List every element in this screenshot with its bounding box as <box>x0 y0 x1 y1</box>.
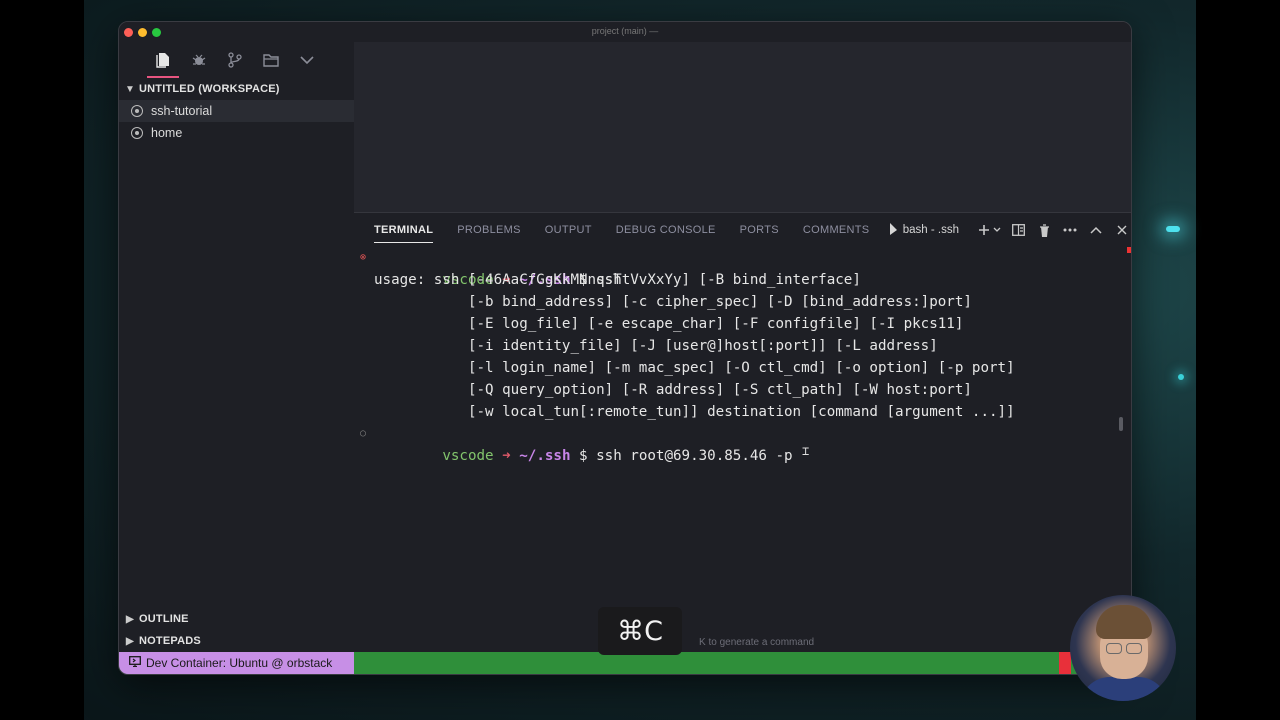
chevron-down-icon: ▼ <box>124 83 136 95</box>
prompt-user: vscode <box>442 448 494 464</box>
maximize-panel-icon[interactable] <box>1087 221 1105 239</box>
terminal-line: [-l login_name] [-m mac_spec] [-O ctl_cm… <box>374 360 1015 376</box>
folder-icon[interactable] <box>263 52 279 68</box>
sidebar: ▼ UNTITLED (WORKSPACE) ssh-tutorial home… <box>119 42 354 652</box>
terminal-line: [-E log_file] [-e escape_char] [-F confi… <box>374 316 964 332</box>
notepads-section-header[interactable]: ▶ NOTEPADS <box>119 630 354 652</box>
outline-title: OUTLINE <box>139 613 189 625</box>
tab-ports[interactable]: PORTS <box>740 213 779 247</box>
panel-actions: bash - .ssh <box>888 213 1131 247</box>
status-bar: Dev Container: Ubuntu @ orbstack <box>119 652 1131 674</box>
tab-debug-console[interactable]: DEBUG CONSOLE <box>616 213 716 247</box>
terminal-name: bash - .ssh <box>902 224 959 236</box>
prompt-dollar: $ <box>579 448 588 464</box>
background-light <box>1178 374 1184 380</box>
debug-icon[interactable] <box>191 52 207 68</box>
editor-area[interactable] <box>354 42 1131 212</box>
chevron-down-icon[interactable] <box>993 221 1001 239</box>
prompt-path: ~/.ssh <box>519 448 571 464</box>
ai-command-hint: K to generate a command <box>699 637 815 648</box>
remote-label: Dev Container: Ubuntu @ orbstack <box>146 656 333 670</box>
workspace-title: UNTITLED (WORKSPACE) <box>139 83 280 95</box>
letterbox-right <box>1196 0 1280 720</box>
close-panel-icon[interactable] <box>1113 221 1131 239</box>
title-bar: project (main) — <box>119 22 1131 42</box>
terminal-line: [-Q query_option] [-R address] [-S ctl_p… <box>374 382 972 398</box>
window-title: project (main) — <box>591 26 659 36</box>
terminal-selector[interactable]: bash - .ssh <box>888 222 959 238</box>
terminal-line: ○ vscode ➜ ~/.ssh $ ssh root@69.30.85.46 … <box>360 423 1117 464</box>
background-light <box>1166 226 1180 232</box>
tab-terminal[interactable]: TERMINAL <box>374 213 434 247</box>
terminal-line: [-b bind_address] [-c cipher_spec] [-D [… <box>374 294 972 310</box>
terminal-scrollbar[interactable] <box>1119 417 1123 431</box>
vscode-window: project (main) — ▼ UNTITLED (WORKSPACE) <box>118 21 1132 675</box>
command-input[interactable]: ssh root@69.30.85.46 -p <box>596 448 792 464</box>
tab-problems[interactable]: PROBLEMS <box>457 213 521 247</box>
workspace-section-header[interactable]: ▼ UNTITLED (WORKSPACE) <box>119 78 354 100</box>
source-control-icon[interactable] <box>227 52 243 68</box>
more-actions-icon[interactable] <box>1061 221 1079 239</box>
prompt-arrow: ➜ <box>502 448 511 464</box>
new-terminal-icon[interactable] <box>975 221 993 239</box>
terminal-line: ⊗ vscode ➜ ~/.ssh $ ssh <box>360 247 1117 288</box>
command-failed-icon: ⊗ <box>360 252 367 263</box>
error-marker <box>1127 247 1131 253</box>
webcam-shirt <box>1080 677 1168 701</box>
terminal-icon <box>888 222 898 238</box>
webcam-hair <box>1096 605 1152 639</box>
remote-indicator[interactable]: Dev Container: Ubuntu @ orbstack <box>119 652 354 674</box>
terminal-line: [-i identity_file] [-J [user@]host[:port… <box>374 338 938 354</box>
workspace-item-label: home <box>151 126 183 140</box>
split-terminal-icon[interactable] <box>1009 221 1027 239</box>
status-error-indicator <box>1059 652 1071 674</box>
outline-section-header[interactable]: ▶ OUTLINE <box>119 608 354 630</box>
workspace-item-label: ssh-tutorial <box>151 104 213 118</box>
chevron-right-icon: ▶ <box>126 613 134 625</box>
presenter-webcam <box>1070 595 1176 701</box>
terminal-line: [-w local_tun[:remote_tun]] destination … <box>374 404 1015 420</box>
files-icon[interactable] <box>155 52 171 68</box>
chevron-right-icon: ▶ <box>126 635 134 647</box>
trash-icon[interactable] <box>1035 221 1053 239</box>
workspace-item-ssh-tutorial[interactable]: ssh-tutorial <box>119 100 354 122</box>
webcam-glasses <box>1106 643 1122 654</box>
tab-comments[interactable]: COMMENTS <box>803 213 870 247</box>
text-cursor-icon: ⌶ <box>802 444 810 458</box>
root-folder-icon <box>131 127 143 139</box>
chevron-down-icon[interactable] <box>299 52 315 68</box>
keystroke-overlay: ⌘C <box>598 607 682 655</box>
sidebar-bottom-sections: ▶ OUTLINE ▶ NOTEPADS <box>119 608 354 652</box>
active-tab-indicator <box>147 76 179 78</box>
root-folder-icon <box>131 105 143 117</box>
letterbox-left <box>0 0 84 720</box>
notepads-title: NOTEPADS <box>139 635 201 647</box>
activity-bar <box>119 42 354 78</box>
tab-output[interactable]: OUTPUT <box>545 213 592 247</box>
terminal-output[interactable]: ⊗ vscode ➜ ~/.ssh $ ssh usage: ssh [-46Aa… <box>360 247 1117 652</box>
bottom-panel: TERMINAL PROBLEMS OUTPUT DEBUG CONSOLE P… <box>354 212 1131 652</box>
remote-icon <box>129 656 141 670</box>
workspace-item-home[interactable]: home <box>119 122 354 144</box>
command-pending-icon: ○ <box>360 428 367 439</box>
terminal-line: usage: ssh [-46AaCfGgKkMNnqsTtVvXxYy] [-… <box>374 272 861 288</box>
webcam-glasses <box>1126 643 1142 654</box>
